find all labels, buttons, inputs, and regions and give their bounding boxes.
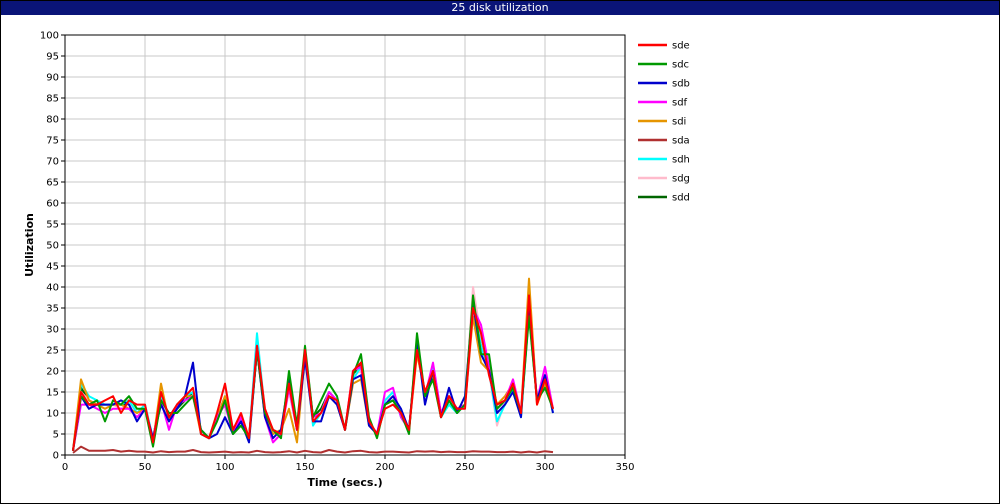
legend-label: sde (672, 41, 690, 52)
y-tick-label: 95 (46, 52, 59, 63)
x-tick-label: 150 (295, 462, 314, 473)
x-tick-label: 250 (455, 462, 474, 473)
legend-label: sda (672, 136, 690, 147)
x-tick-label: 100 (215, 462, 234, 473)
line-chart: 0 50 100 150 200 250 300 350 0 5 10 15 20 25 30 35 40 45… (23, 31, 690, 490)
y-tick-label: 35 (46, 304, 59, 315)
legend-item-sdf: sdf (638, 98, 688, 109)
x-tick-label: 200 (375, 462, 394, 473)
legend-item-sdh: sdh (638, 155, 690, 166)
legend-label: sdb (672, 79, 690, 90)
y-tick-label: 70 (46, 157, 59, 168)
legend-item-sdd: sdd (638, 193, 690, 204)
legend-item-sde: sde (638, 41, 690, 52)
y-tick-label: 30 (46, 325, 59, 336)
legend-item-sdg: sdg (638, 174, 690, 185)
legend-item-sdi: sdi (638, 117, 686, 128)
x-tick-label: 350 (615, 462, 634, 473)
legend-item-sda: sda (638, 136, 690, 147)
legend-label: sdc (672, 60, 689, 71)
legend-label: sdd (672, 193, 690, 204)
legend-item-sdb: sdb (638, 79, 690, 90)
y-tick-label: 40 (46, 283, 59, 294)
y-axis-title: Utilization (23, 213, 36, 277)
legend: sde sdc sdb sdf sdi sda sdh sdg sdd (638, 41, 690, 204)
y-tick-label: 15 (46, 388, 59, 399)
legend-label: sdh (672, 155, 690, 166)
legend-label: sdf (672, 98, 688, 109)
x-tick-label: 50 (139, 462, 152, 473)
y-tick-label: 85 (46, 94, 59, 105)
y-tick-label: 20 (46, 367, 59, 378)
x-tick-label: 300 (535, 462, 554, 473)
legend-label: sdi (672, 117, 686, 128)
x-axis: 0 50 100 150 200 250 300 350 (62, 455, 635, 473)
x-tick-label: 0 (62, 462, 68, 473)
y-tick-label: 55 (46, 220, 59, 231)
y-tick-label: 65 (46, 178, 59, 189)
y-tick-label: 50 (46, 241, 59, 252)
y-tick-label: 5 (53, 430, 59, 441)
y-tick-label: 75 (46, 136, 59, 147)
y-tick-label: 10 (46, 409, 59, 420)
legend-item-sdc: sdc (638, 60, 689, 71)
x-axis-title: Time (secs.) (307, 476, 382, 489)
legend-label: sdg (672, 174, 690, 185)
y-tick-label: 45 (46, 262, 59, 273)
y-tick-label: 90 (46, 73, 59, 84)
y-tick-label: 80 (46, 115, 59, 126)
y-tick-label: 60 (46, 199, 59, 210)
y-tick-label: 0 (53, 451, 59, 462)
y-tick-label: 25 (46, 346, 59, 357)
y-tick-label: 100 (40, 31, 59, 42)
y-axis: 0 5 10 15 20 25 30 35 40 45 50 55 60 65 70 75 80 85 90 95 10… (40, 31, 65, 462)
